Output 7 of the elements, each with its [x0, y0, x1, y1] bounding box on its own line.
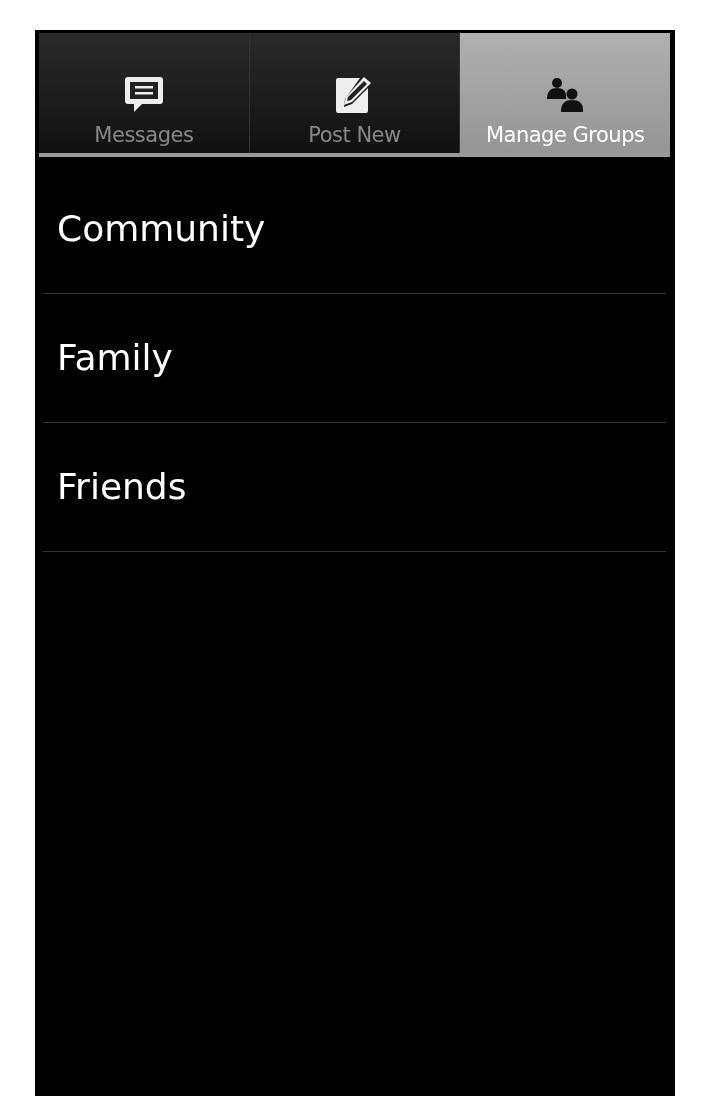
tab[interactable]: Messages [39, 33, 250, 153]
people-icon [545, 75, 586, 115]
speech-bubble-icon [123, 75, 164, 115]
group-item[interactable]: Family [43, 294, 666, 423]
group-item[interactable]: Community [43, 165, 666, 294]
group-item[interactable]: Friends [43, 423, 666, 552]
tab[interactable]: Post New [249, 33, 461, 153]
